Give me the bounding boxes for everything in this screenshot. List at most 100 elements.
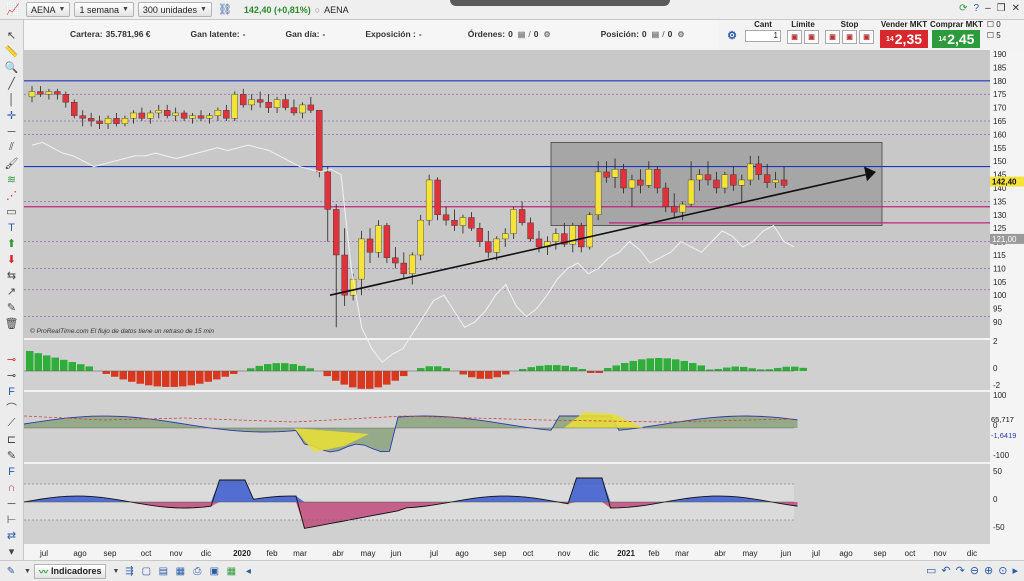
option-1[interactable]: ☐ 0: [987, 20, 1001, 29]
gan-dia-value: -: [322, 29, 326, 39]
minimize-icon[interactable]: –: [985, 3, 991, 14]
cant-input[interactable]: 1: [745, 30, 781, 42]
share-icon[interactable]: ⇶: [122, 564, 136, 578]
histogram-tick-label: 2: [993, 337, 998, 346]
oscillator-tool-icon[interactable]: ⊸: [3, 352, 21, 367]
scroll-down-icon[interactable]: ▾: [3, 544, 21, 559]
bullish-candle: [594, 171, 602, 215]
text-icon[interactable]: T: [3, 220, 21, 235]
histogram-bar-positive: [655, 358, 663, 371]
bullish-candle: [409, 254, 416, 274]
horizontal-line-icon[interactable]: ─: [3, 124, 21, 139]
undo-icon[interactable]: ↶: [941, 564, 950, 577]
chart-area[interactable]: © ProRealTime.com El flujo de datos tien…: [24, 50, 990, 544]
pen-tool-icon[interactable]: ✎: [3, 448, 21, 463]
line-tool-2-icon[interactable]: ─: [3, 496, 21, 511]
zoom-icon[interactable]: 🔍: [3, 60, 21, 75]
price-tick-label: 110: [993, 264, 1006, 273]
rectangle-icon[interactable]: ▭: [3, 204, 21, 219]
fibonacci-icon[interactable]: ≋: [3, 172, 21, 187]
histogram-bar-positive: [519, 368, 527, 371]
option-2[interactable]: ☐ 5: [987, 31, 1001, 40]
refresh-icon[interactable]: ⟳: [959, 3, 967, 14]
trash-icon[interactable]: 🗑: [3, 316, 21, 331]
list-icon[interactable]: ▤: [652, 30, 660, 39]
stop-extra-button[interactable]: ▣: [859, 30, 874, 44]
arrows-tool-icon[interactable]: ⇄: [3, 528, 21, 543]
bearish-candle: [333, 209, 340, 256]
restore-icon[interactable]: ❐: [997, 3, 1006, 14]
trend-tool-icon[interactable]: ⟋: [3, 416, 21, 431]
histogram-bar-negative: [119, 371, 127, 380]
redo-icon[interactable]: ↷: [956, 564, 965, 577]
buy-market-button[interactable]: 14 2,45: [932, 30, 981, 48]
units-selector[interactable]: 300 unidades ▼: [137, 2, 212, 17]
ruler-icon[interactable]: 📏: [3, 44, 21, 59]
chevron-down-icon[interactable]: ▼: [112, 568, 119, 575]
arrow-down-icon[interactable]: ⬇: [3, 252, 21, 267]
chart-app-icon[interactable]: 📈: [4, 2, 22, 17]
histogram-bar-negative: [502, 371, 510, 375]
grid-icon[interactable]: ▦: [173, 564, 187, 578]
timeframe-selector[interactable]: 1 semana ▼: [74, 2, 134, 17]
settings-icon[interactable]: ⚙: [677, 30, 684, 39]
settings-icon[interactable]: ⚙: [543, 30, 550, 39]
stop-sell-button[interactable]: ▣: [842, 30, 857, 44]
help-icon[interactable]: ?: [974, 3, 980, 14]
screen-icon[interactable]: ▭: [926, 564, 936, 577]
stop-buy-button[interactable]: ▣: [825, 30, 840, 44]
scroll-right-icon[interactable]: ▸: [1012, 564, 1018, 577]
chevron-down-icon[interactable]: ▼: [24, 568, 31, 575]
cursor-icon[interactable]: ↖: [3, 28, 21, 43]
order-ticket: ⚙ Cant 1 Límite ▣ ▣ Stop ▣ ▣ ▣ Vender MK…: [719, 20, 1024, 50]
indicators-button[interactable]: 〰 Indicadores: [33, 563, 107, 579]
arrow-tool-icon[interactable]: ↗: [3, 284, 21, 299]
ticker-selector[interactable]: AENA ▼: [26, 2, 71, 17]
mark-tool-icon[interactable]: ⊢: [3, 512, 21, 527]
fan-icon[interactable]: ⋰: [3, 188, 21, 203]
bullish-candle: [679, 203, 686, 213]
histogram-bar-positive: [544, 365, 552, 371]
zoom-out-icon[interactable]: ⊖: [970, 564, 979, 577]
zoom-reset-icon[interactable]: ⊙: [998, 564, 1007, 577]
posicion: Posición: 0 ▤ / 0 ⚙: [600, 29, 685, 39]
layout-icon[interactable]: ▤: [156, 564, 170, 578]
limit-sell-button[interactable]: ▣: [804, 30, 819, 44]
line-icon[interactable]: ╱: [3, 76, 21, 91]
limit-buy-button[interactable]: ▣: [787, 30, 802, 44]
print-icon[interactable]: ⎙: [190, 564, 204, 578]
histogram-bar-negative: [136, 371, 144, 384]
measure-icon[interactable]: ⇆: [3, 268, 21, 283]
bearish-candle: [79, 115, 86, 119]
histogram-bar-positive: [442, 368, 450, 371]
crosshair-icon[interactable]: ✛: [3, 108, 21, 123]
bullish-candle: [121, 118, 129, 124]
indicator-f-icon[interactable]: F: [3, 384, 21, 399]
channel-icon[interactable]: ⫽: [3, 140, 21, 155]
ticket-settings-icon[interactable]: ⚙: [723, 28, 741, 43]
top-drag-tab[interactable]: [450, 0, 670, 6]
indicator-f2-icon[interactable]: F: [3, 464, 21, 479]
close-icon[interactable]: ✕: [1012, 3, 1020, 14]
export-icon[interactable]: ▦: [224, 564, 238, 578]
arrow-up-icon[interactable]: ⬆: [3, 236, 21, 251]
sell-market-button[interactable]: 14 2,35: [880, 30, 928, 48]
draw-icon[interactable]: ✎: [4, 564, 18, 578]
price-axis[interactable]: 1901851801751701651601551501451401351301…: [990, 50, 1024, 544]
link-icon[interactable]: ⛓: [216, 2, 234, 17]
scroll-left-icon[interactable]: ◂: [241, 564, 255, 578]
bracket-tool-icon[interactable]: ⊏: [3, 432, 21, 447]
curve-tool-icon[interactable]: ⌒: [3, 400, 21, 415]
window-icon[interactable]: ▢: [139, 564, 153, 578]
camera-icon[interactable]: ▣: [207, 564, 221, 578]
lines-tool-icon[interactable]: ⊸: [3, 368, 21, 383]
magnet-icon[interactable]: ∩: [3, 480, 21, 495]
zoom-in-icon[interactable]: ⊕: [984, 564, 993, 577]
histogram-bar-positive: [799, 367, 807, 371]
paint-icon[interactable]: 🖌: [3, 156, 21, 171]
time-axis[interactable]: jul ago sep oct nov dic 2020 feb mar abr may jun jul…: [24, 546, 990, 560]
pencil-icon[interactable]: ✎: [3, 300, 21, 315]
histogram-bar-positive: [646, 358, 654, 371]
vertical-line-icon[interactable]: │: [3, 92, 21, 107]
list-icon[interactable]: ▤: [518, 30, 526, 39]
